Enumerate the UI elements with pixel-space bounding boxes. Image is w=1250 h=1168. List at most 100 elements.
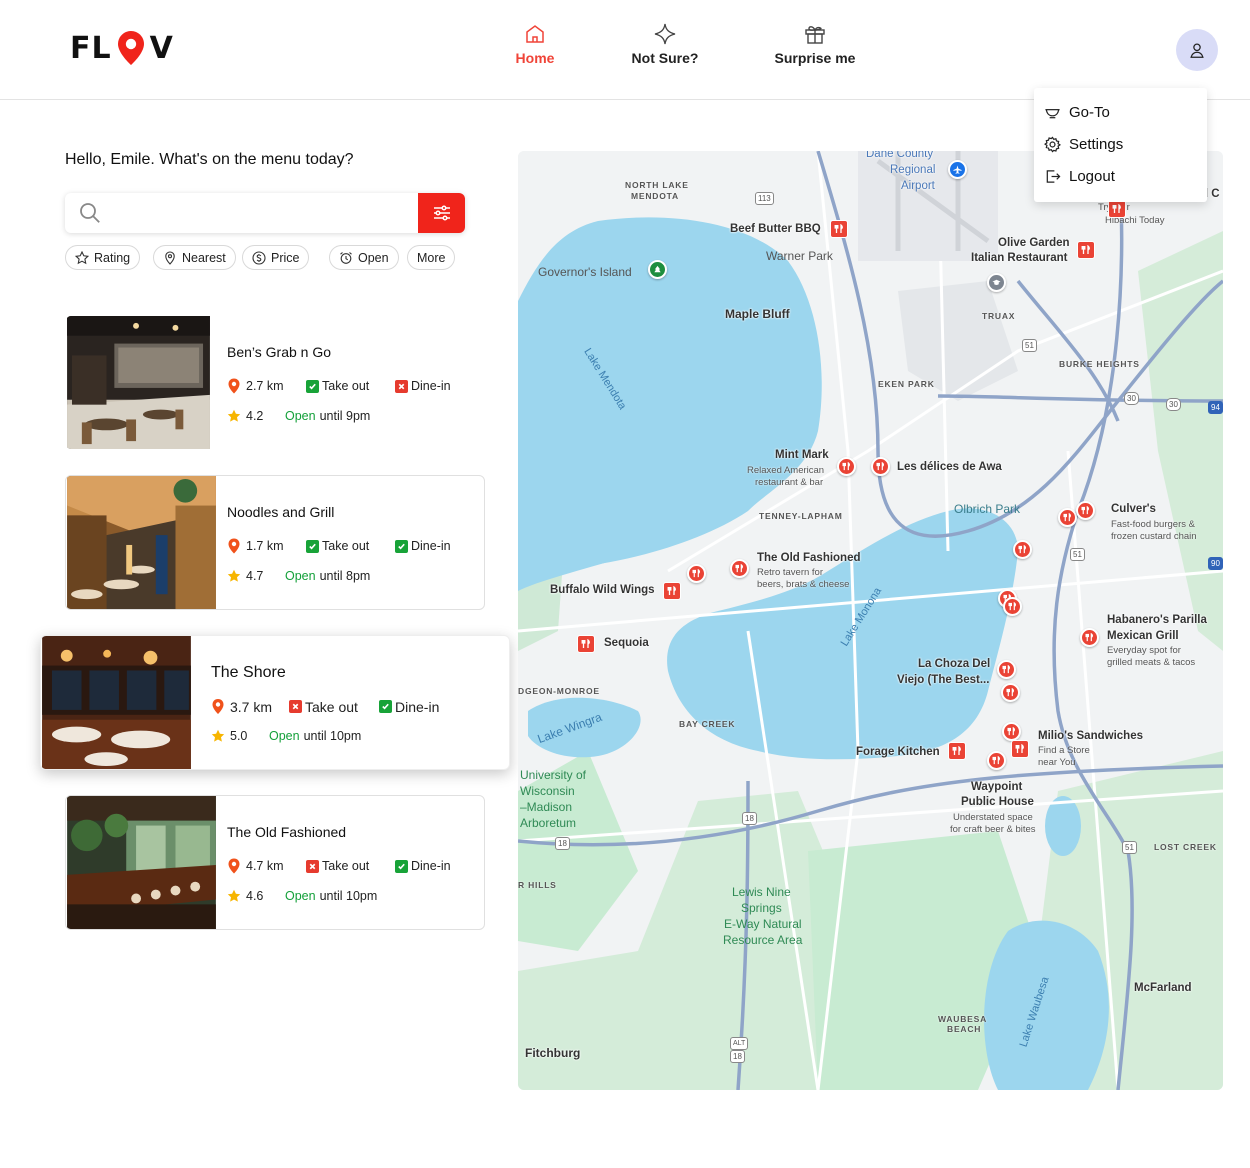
search-icon	[80, 203, 100, 223]
open-status: Open	[285, 569, 316, 583]
chip-price-label: Price	[271, 250, 300, 265]
restaurant-rating-row: 5.0 Open until 10pm	[211, 729, 361, 743]
map-marker-restaurant[interactable]	[1013, 540, 1032, 559]
map-label-buffalo-wild-wings: Buffalo Wild Wings	[550, 584, 655, 596]
map-marker-restaurant[interactable]	[687, 564, 706, 583]
map-label-la-choza-2: Viejo (The Best...	[897, 674, 990, 686]
location-pin-icon	[117, 31, 144, 65]
map-marker-airport[interactable]	[948, 160, 967, 179]
menu-item-settings[interactable]: Settings	[1034, 128, 1207, 160]
menu-item-go-to[interactable]: Go-To	[1034, 96, 1207, 128]
takeout-label: Take out	[322, 859, 370, 873]
map-marker-waypoint[interactable]	[987, 751, 1006, 770]
map-label-university-3: –Madison	[520, 800, 573, 814]
star-icon	[227, 409, 241, 422]
map-marker-habaneros[interactable]	[1080, 628, 1099, 647]
map-label-olive-garden: Olive Garden	[998, 237, 1070, 249]
flov-logo[interactable]: FL V	[70, 30, 174, 66]
takeout-label: Take out	[322, 539, 370, 553]
restaurant-card-bens-grab-n-go[interactable]: Ben’s Grab n Go 2.7 km Take out Dine-in …	[65, 315, 485, 450]
nav-surprise-label: Surprise me	[774, 50, 856, 66]
restaurant-photo	[67, 476, 216, 609]
tree-icon	[654, 265, 661, 273]
map-label-old-fashioned-sub-2: beers, brats & cheese	[757, 579, 850, 590]
map-marker-restaurant[interactable]	[1003, 597, 1022, 616]
chip-price[interactable]: Price	[242, 245, 310, 270]
x-icon	[289, 700, 302, 713]
nav-surprise-me[interactable]: Surprise me	[730, 22, 900, 66]
map-marker-beef-butter-bbq[interactable]	[830, 220, 848, 238]
map-label-airport-2: Regional	[890, 164, 936, 176]
restaurant-distance: 1.7 km	[246, 539, 284, 553]
nav-home[interactable]: Home	[470, 22, 600, 66]
map-label-airport-3: Airport	[901, 180, 935, 192]
restaurant-distance: 3.7 km	[230, 698, 273, 715]
restaurant-rating-row: 4.6 Open until 10pm	[227, 889, 377, 903]
map-marker-milios[interactable]	[1011, 740, 1029, 758]
takeout-label: Take out	[305, 698, 358, 715]
map-label-waubesa-beach-2: BEACH	[947, 1024, 982, 1034]
sliders-icon	[433, 205, 450, 221]
map-marker-la-choza[interactable]	[997, 660, 1016, 679]
alarm-clock-icon	[340, 251, 352, 264]
map-marker-restaurant[interactable]	[1058, 508, 1077, 527]
route-shield: 30	[1166, 398, 1181, 411]
map-marker-les-delices[interactable]	[871, 457, 890, 476]
x-icon	[395, 379, 408, 393]
gear-icon	[1044, 135, 1061, 153]
fork-knife-icon	[1063, 513, 1072, 522]
nav-not-sure[interactable]: Not Sure?	[600, 22, 730, 66]
map-label-tenney-lapham: TENNEY-LAPHAM	[759, 511, 843, 521]
map-label-sequoia: Sequoia	[604, 637, 649, 649]
route-shield: 113	[755, 192, 774, 205]
chip-more[interactable]: More	[407, 245, 456, 270]
map-marker-forage-kitchen[interactable]	[948, 742, 966, 760]
restaurant-name: The Old Fashioned	[227, 824, 347, 840]
map-marker-sequoia[interactable]	[577, 635, 595, 653]
map-marker-restaurant[interactable]	[1002, 722, 1021, 741]
fork-knife-icon	[1002, 665, 1011, 674]
restaurant-card-noodles-and-grill[interactable]: Noodles and Grill 1.7 km Take out Dine-i…	[65, 475, 485, 610]
graduation-cap-icon	[992, 279, 1001, 285]
map-label-fitchburg: Fitchburg	[525, 1046, 581, 1060]
open-hours: until 8pm	[319, 569, 371, 583]
fork-knife-icon	[834, 224, 843, 233]
map-label-university-2: Wisconsin	[520, 784, 575, 798]
route-shield: 51	[1070, 548, 1085, 561]
map-marker-old-fashioned[interactable]	[730, 559, 749, 578]
restaurant-rating: 4.2	[246, 409, 264, 423]
search-input[interactable]	[111, 193, 411, 233]
map-marker-hibachi[interactable]	[1108, 200, 1126, 218]
map-marker-olive-garden[interactable]	[1077, 241, 1095, 259]
map-marker-restaurant[interactable]	[1001, 683, 1020, 702]
map-label-bay-creek: BAY CREEK	[679, 719, 736, 729]
map-marker-mint-mark[interactable]	[837, 457, 856, 476]
restaurant-photo	[67, 796, 216, 929]
map-pin-icon	[165, 250, 175, 265]
chip-nearest[interactable]: Nearest	[153, 245, 236, 270]
chip-open[interactable]: Open	[329, 245, 399, 270]
map-marker-school[interactable]	[987, 273, 1006, 292]
profile-avatar-button[interactable]	[1176, 29, 1218, 71]
dinein-label: Dine-in	[411, 379, 451, 393]
restaurant-map[interactable]: Dane County Regional Airport NORTH LAKE …	[518, 151, 1223, 1090]
map-label-habaneros: Habanero's Parilla	[1107, 614, 1207, 626]
filter-settings-button[interactable]	[418, 193, 465, 233]
restaurant-card-the-old-fashioned[interactable]: The Old Fashioned 4.7 km Take out Dine-i…	[65, 795, 485, 930]
search-bar	[65, 193, 465, 233]
route-shield: 51	[1122, 841, 1137, 854]
chip-rating[interactable]: Rating	[65, 245, 141, 270]
fork-knife-icon	[692, 569, 701, 578]
map-label-university: University of	[520, 768, 587, 782]
map-label-mcfarland: McFarland	[1134, 982, 1192, 994]
map-marker-governors-island[interactable]	[648, 260, 667, 279]
map-marker-culvers[interactable]	[1076, 501, 1095, 520]
profile-dropdown-menu: Go-To Settings Logout	[1034, 88, 1207, 202]
dollar-coin-icon	[252, 250, 266, 265]
map-label-lewis-nine: Lewis Nine	[732, 885, 791, 899]
map-label-mint-mark-sub-2: restaurant & bar	[755, 477, 824, 488]
fork-knife-icon	[1008, 602, 1017, 611]
map-marker-buffalo-wild-wings[interactable]	[663, 582, 681, 600]
menu-item-logout[interactable]: Logout	[1034, 160, 1207, 192]
restaurant-card-the-shore[interactable]: The Shore 3.7 km Take out Dine-in 5.0 Op…	[40, 635, 510, 770]
